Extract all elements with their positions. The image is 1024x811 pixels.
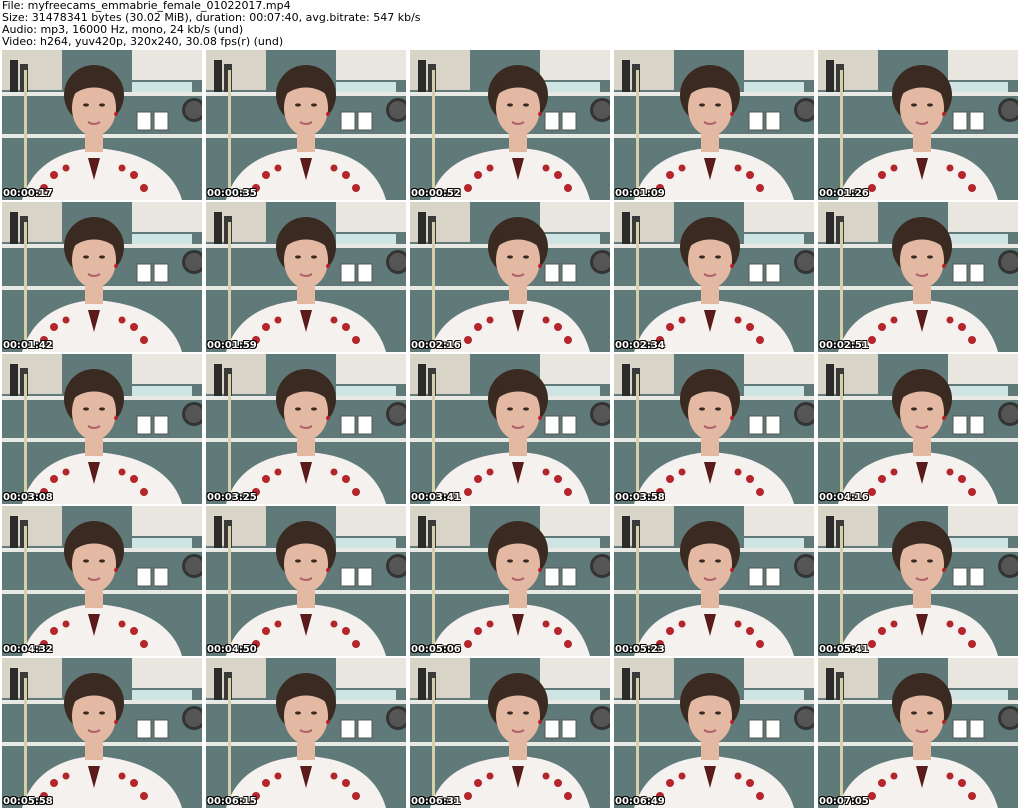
webcam-frame-image [2, 658, 202, 808]
thumbnail-timestamp: 00:01:42 [3, 340, 53, 351]
video-thumbnail: 00:07:05 [818, 658, 1018, 808]
webcam-frame-image [410, 354, 610, 504]
webcam-frame-image [2, 202, 202, 352]
webcam-frame-image [206, 658, 406, 808]
video-thumbnail: 00:02:51 [818, 202, 1018, 352]
thumbnail-grid: 00:00:17 00:00:35 00:00:52 00:01:09 00:01:26… [2, 50, 1022, 810]
file-info-header: File: myfreecams_emmabrie_female_0102201… [2, 0, 1022, 50]
video-thumbnail: 00:05:58 [2, 658, 202, 808]
thumbnail-timestamp: 00:00:17 [3, 188, 53, 199]
thumbnail-timestamp: 00:04:32 [3, 644, 53, 655]
webcam-frame-image [2, 506, 202, 656]
video-thumbnail: 00:00:35 [206, 50, 406, 200]
video-thumbnail: 00:04:32 [2, 506, 202, 656]
webcam-frame-image [410, 202, 610, 352]
thumbnail-timestamp: 00:05:06 [411, 644, 461, 655]
webcam-frame-image [614, 50, 814, 200]
webcam-frame-image [818, 202, 1018, 352]
webcam-frame-image [206, 354, 406, 504]
video-thumbnail: 00:06:15 [206, 658, 406, 808]
webcam-frame-image [818, 50, 1018, 200]
webcam-frame-image [614, 658, 814, 808]
video-thumbnail: 00:01:42 [2, 202, 202, 352]
thumbnail-timestamp: 00:01:09 [615, 188, 665, 199]
thumbnail-timestamp: 00:05:41 [819, 644, 869, 655]
webcam-frame-image [206, 202, 406, 352]
thumbnail-timestamp: 00:02:16 [411, 340, 461, 351]
webcam-frame-image [206, 50, 406, 200]
webcam-frame-image [410, 506, 610, 656]
thumbnail-timestamp: 00:01:59 [207, 340, 257, 351]
video-thumbnail: 00:01:59 [206, 202, 406, 352]
video-thumbnail: 00:01:26 [818, 50, 1018, 200]
video-thumbnail: 00:03:58 [614, 354, 814, 504]
thumbnail-timestamp: 00:02:34 [615, 340, 665, 351]
thumbnail-timestamp: 00:03:41 [411, 492, 461, 503]
webcam-frame-image [410, 50, 610, 200]
webcam-frame-image [818, 658, 1018, 808]
thumbnail-timestamp: 00:05:58 [3, 796, 53, 807]
video-thumbnail: 00:02:34 [614, 202, 814, 352]
thumbnail-timestamp: 00:06:49 [615, 796, 665, 807]
video-thumbnail: 00:06:49 [614, 658, 814, 808]
webcam-frame-image [818, 354, 1018, 504]
thumbnail-timestamp: 00:06:31 [411, 796, 461, 807]
webcam-frame-image [2, 50, 202, 200]
thumbnail-timestamp: 00:03:08 [3, 492, 53, 503]
video-thumbnail: 00:00:52 [410, 50, 610, 200]
webcam-frame-image [614, 202, 814, 352]
thumbnail-timestamp: 00:00:52 [411, 188, 461, 199]
video-info-line: Video: h264, yuv420p, 320x240, 30.08 fps… [2, 35, 284, 48]
video-thumbnail: 00:05:06 [410, 506, 610, 656]
video-thumbnail: 00:00:17 [2, 50, 202, 200]
video-thumbnail: 00:03:41 [410, 354, 610, 504]
thumbnail-timestamp: 00:03:58 [615, 492, 665, 503]
thumbnail-timestamp: 00:07:05 [819, 796, 869, 807]
thumbnail-timestamp: 00:05:23 [615, 644, 665, 655]
thumbnail-timestamp: 00:02:51 [819, 340, 869, 351]
video-thumbnail: 00:04:50 [206, 506, 406, 656]
thumbnail-timestamp: 00:03:25 [207, 492, 257, 503]
video-thumbnail: 00:03:08 [2, 354, 202, 504]
thumbnail-timestamp: 00:04:50 [207, 644, 257, 655]
webcam-frame-image [818, 506, 1018, 656]
webcam-frame-image [410, 658, 610, 808]
thumbnail-timestamp: 00:01:26 [819, 188, 869, 199]
video-thumbnail: 00:05:23 [614, 506, 814, 656]
video-thumbnail: 00:06:31 [410, 658, 610, 808]
video-thumbnail: 00:02:16 [410, 202, 610, 352]
webcam-frame-image [614, 506, 814, 656]
video-thumbnail: 00:05:41 [818, 506, 1018, 656]
webcam-frame-image [2, 354, 202, 504]
video-thumbnail: 00:04:16 [818, 354, 1018, 504]
video-thumbnail: 00:01:09 [614, 50, 814, 200]
thumbnail-timestamp: 00:00:35 [207, 188, 257, 199]
thumbnail-timestamp: 00:06:15 [207, 796, 257, 807]
webcam-frame-image [614, 354, 814, 504]
video-thumbnail: 00:03:25 [206, 354, 406, 504]
webcam-frame-image [206, 506, 406, 656]
thumbnail-timestamp: 00:04:16 [819, 492, 869, 503]
